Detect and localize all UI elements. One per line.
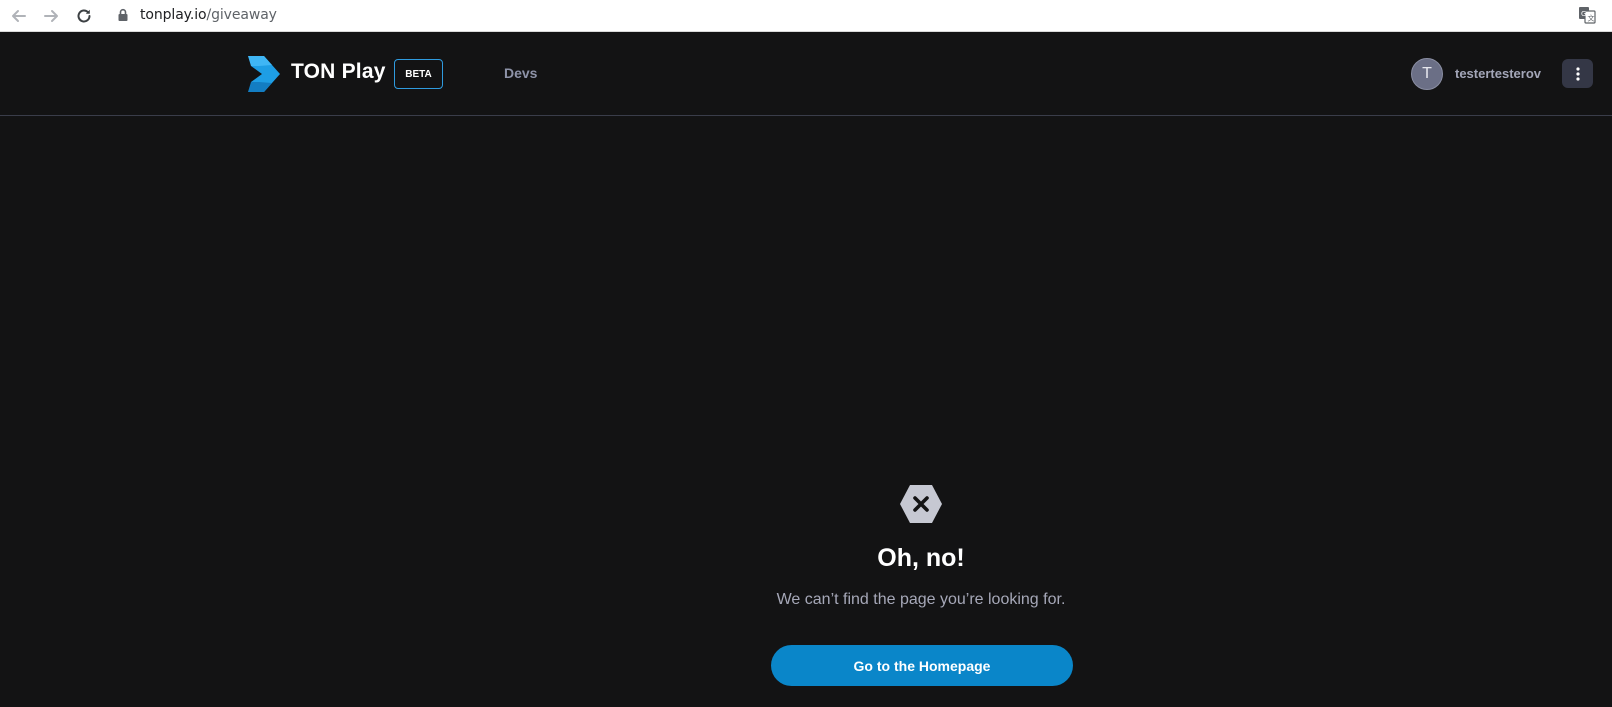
username[interactable]: testertesterov <box>1455 66 1541 81</box>
back-arrow-icon[interactable] <box>7 4 31 28</box>
beta-badge: BETA <box>394 59 443 89</box>
url-path: /giveaway <box>206 7 277 23</box>
nav-devs-link[interactable]: Devs <box>504 65 537 81</box>
kebab-menu-icon <box>1575 66 1580 81</box>
more-menu-button[interactable] <box>1562 59 1593 88</box>
svg-text:文: 文 <box>1588 14 1595 23</box>
svg-text:G: G <box>1581 10 1586 18</box>
ton-play-logo-icon[interactable] <box>246 56 280 92</box>
site-header: TON Play BETA Devs T testertesterov <box>0 32 1612 116</box>
forward-arrow-icon[interactable] <box>39 4 63 28</box>
address-bar[interactable]: tonplay.io/giveaway <box>108 2 277 28</box>
go-to-homepage-button[interactable]: Go to the Homepage <box>771 645 1073 686</box>
url-domain: tonplay.io <box>140 7 207 23</box>
translate-icon[interactable]: G 文 <box>1578 6 1596 24</box>
lock-icon <box>118 8 128 21</box>
browser-toolbar: tonplay.io/giveaway G 文 <box>0 0 1612 32</box>
avatar[interactable]: T <box>1411 58 1443 90</box>
brand-name[interactable]: TON Play <box>291 60 386 84</box>
error-x-icon <box>900 485 942 523</box>
error-title: Oh, no! <box>877 544 965 572</box>
reload-icon[interactable] <box>72 4 96 28</box>
error-message: We can’t find the page you’re looking fo… <box>776 591 1066 608</box>
